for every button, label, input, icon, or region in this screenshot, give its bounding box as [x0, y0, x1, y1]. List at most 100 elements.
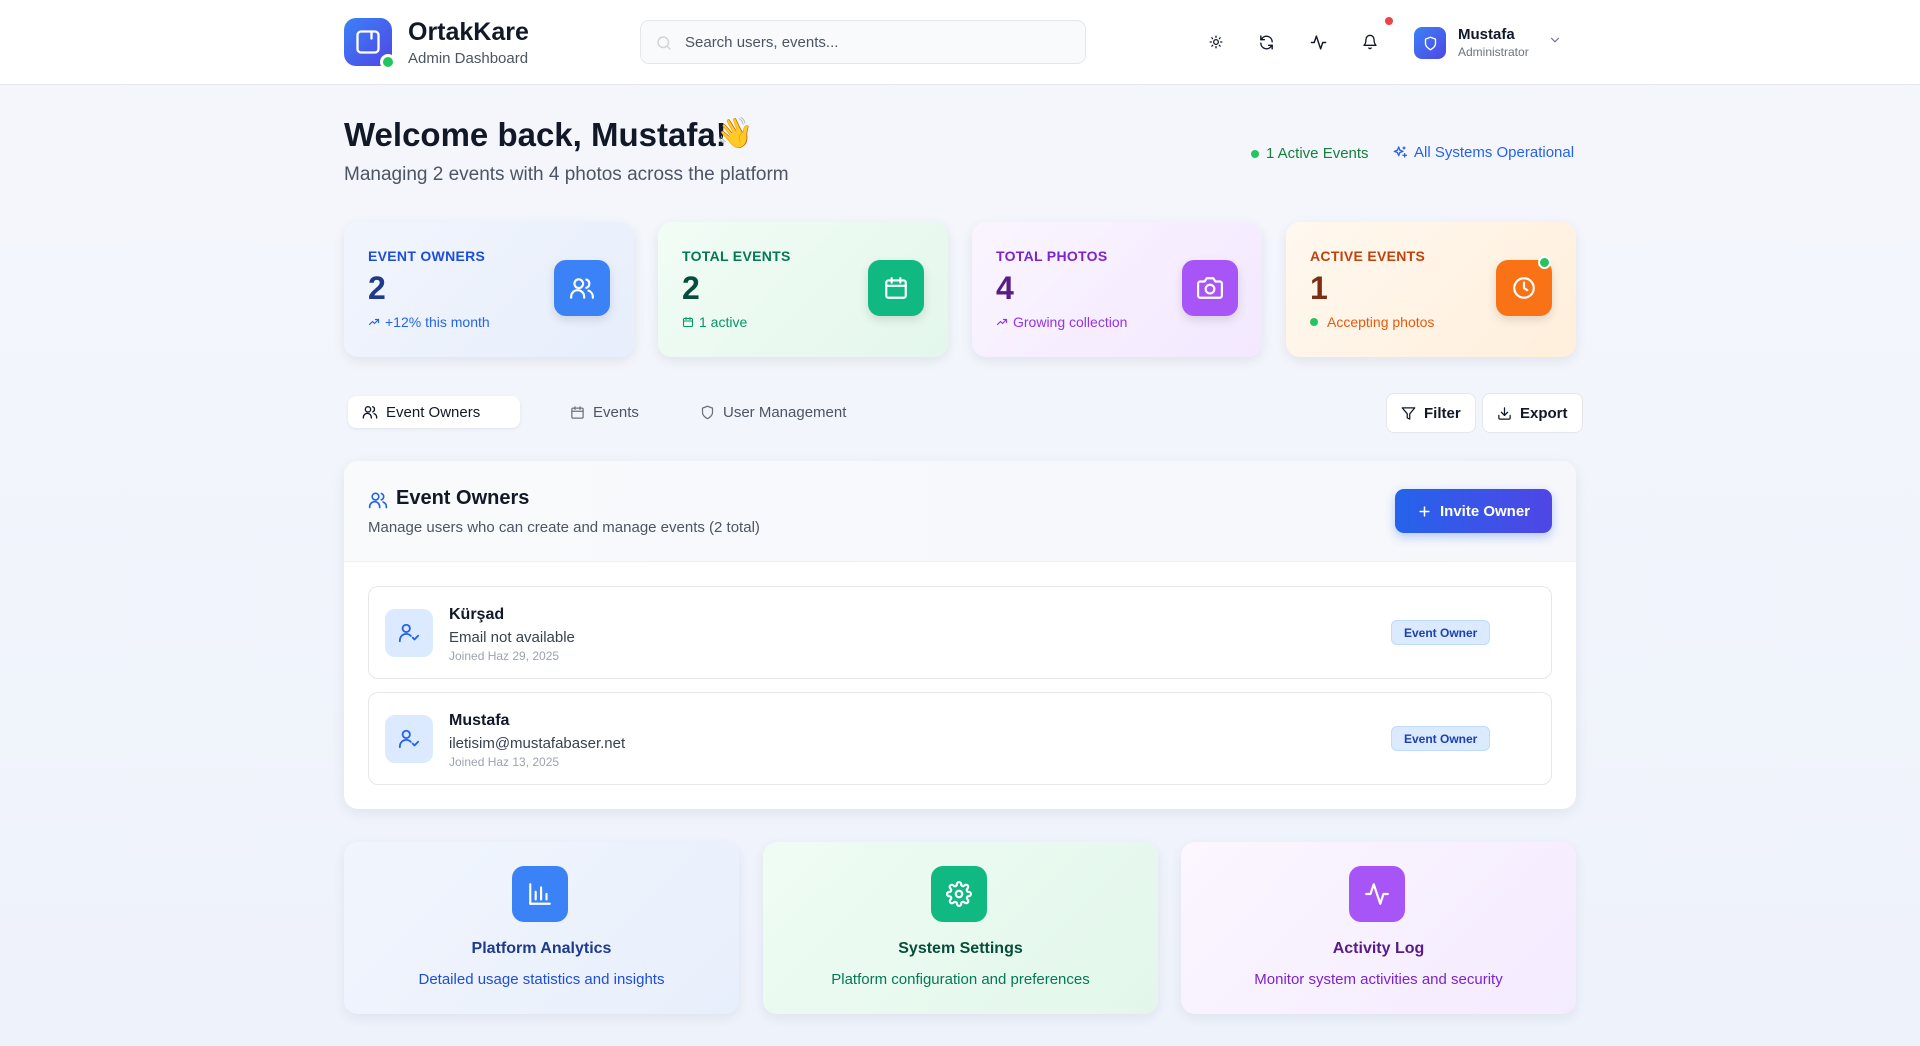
- filter-button[interactable]: Filter: [1386, 393, 1476, 433]
- online-indicator: [380, 54, 396, 70]
- stat-sub: 1 active: [682, 314, 747, 330]
- stat-label: TOTAL PHOTOS: [996, 248, 1108, 264]
- activity-button[interactable]: [1304, 28, 1332, 56]
- tab-user-management[interactable]: User Management: [686, 396, 860, 428]
- invite-owner-button[interactable]: Invite Owner: [1395, 489, 1552, 533]
- stat-sub-text: 1 active: [699, 314, 748, 330]
- users-icon: [554, 260, 610, 316]
- bell-icon: [1363, 34, 1377, 50]
- activity-log-card[interactable]: Activity Log Monitor system activities a…: [1181, 842, 1576, 1014]
- invite-owner-label: Invite Owner: [1439, 502, 1531, 520]
- theme-toggle-button[interactable]: [1202, 28, 1230, 56]
- shield-icon: [701, 405, 714, 419]
- brand-name: OrtakKare: [408, 18, 529, 46]
- notification-badge: [1385, 17, 1393, 25]
- panel-subtitle: Manage users who can create and manage e…: [368, 519, 760, 536]
- notifications-button[interactable]: [1356, 28, 1384, 56]
- filter-label: Filter: [1424, 404, 1461, 422]
- welcome-subtitle: Managing 2 events with 4 photos across t…: [344, 164, 789, 185]
- search-icon: [655, 34, 673, 52]
- activity-icon: [1310, 34, 1326, 50]
- stat-value: 4: [996, 270, 1014, 306]
- systems-status: All Systems Operational: [1392, 144, 1574, 161]
- export-label: Export: [1520, 404, 1568, 422]
- live-dot: [1310, 318, 1318, 326]
- sun-icon: [1209, 35, 1223, 49]
- stat-sub: +12% this month: [368, 314, 490, 330]
- panel-header: Event Owners Manage users who can create…: [344, 461, 1576, 562]
- stat-card-event-owners[interactable]: EVENT OWNERS 2 +12% this month: [344, 222, 634, 357]
- search-input[interactable]: [685, 21, 1075, 63]
- stat-sub-text: +12% this month: [385, 314, 490, 330]
- shield-icon: [1424, 36, 1436, 50]
- card-description: Platform configuration and preferences: [831, 971, 1090, 988]
- tab-bar: Event Owners Events User Management: [344, 392, 864, 432]
- tab-event-owners[interactable]: Event Owners: [348, 396, 520, 428]
- stat-value: 1: [1310, 270, 1328, 306]
- user-name[interactable]: Mustafa: [1458, 26, 1515, 43]
- app-logo[interactable]: [344, 18, 396, 70]
- tab-label: Event Owners: [386, 403, 481, 421]
- brand-subtitle: Admin Dashboard: [408, 50, 529, 67]
- card-title: System Settings: [898, 940, 1023, 957]
- calendar-icon: [868, 260, 924, 316]
- platform-analytics-card[interactable]: Platform Analytics Detailed usage statis…: [344, 842, 739, 1014]
- tab-label: User Management: [723, 403, 847, 421]
- users-icon: [362, 406, 378, 419]
- filter-icon: [1401, 406, 1416, 420]
- calendar-icon: [682, 316, 694, 328]
- stat-label: ACTIVE EVENTS: [1310, 248, 1426, 264]
- trending-up-icon: [996, 318, 1008, 326]
- calendar-icon: [571, 405, 584, 419]
- card-description: Detailed usage statistics and insights: [418, 971, 665, 988]
- trending-up-icon: [368, 318, 380, 326]
- export-button[interactable]: Export: [1482, 393, 1583, 433]
- search-box[interactable]: [640, 20, 1086, 64]
- user-avatar[interactable]: [1414, 27, 1446, 59]
- stat-label: EVENT OWNERS: [368, 248, 486, 264]
- role-badge: Event Owner: [1391, 726, 1491, 751]
- chevron-down-icon[interactable]: [1548, 33, 1562, 47]
- stat-card-active-events[interactable]: ACTIVE EVENTS 1 Accepting photos: [1286, 222, 1576, 357]
- owner-row[interactable]: Kürşad Email not available Joined Haz 29…: [368, 586, 1552, 679]
- user-check-icon: [385, 609, 433, 657]
- role-badge: Event Owner: [1391, 620, 1491, 645]
- waving-hand-emoji: 👋: [716, 117, 754, 150]
- system-settings-card[interactable]: System Settings Platform configuration a…: [763, 842, 1158, 1014]
- owner-email: Email not available: [449, 629, 575, 646]
- stat-card-total-photos[interactable]: TOTAL PHOTOS 4 Growing collection: [972, 222, 1262, 357]
- active-events-status: 1 Active Events: [1251, 145, 1369, 162]
- refresh-button[interactable]: [1252, 28, 1280, 56]
- user-check-icon: [385, 715, 433, 763]
- owner-name: Mustafa: [449, 712, 510, 729]
- card-description: Monitor system activities and security: [1254, 971, 1503, 988]
- card-title: Activity Log: [1332, 940, 1425, 957]
- tab-events[interactable]: Events: [556, 396, 653, 428]
- stat-value: 2: [368, 270, 386, 306]
- owner-joined-date: Joined Haz 13, 2025: [449, 755, 560, 769]
- gear-icon: [931, 866, 987, 922]
- event-owners-panel: Event Owners Manage users who can create…: [344, 461, 1576, 809]
- stat-label: TOTAL EVENTS: [682, 248, 791, 264]
- stat-card-total-events[interactable]: TOTAL EVENTS 2 1 active: [658, 222, 948, 357]
- tab-label: Events: [593, 403, 639, 421]
- download-icon: [1498, 406, 1511, 420]
- card-title: Platform Analytics: [471, 940, 612, 957]
- camera-icon: [1182, 260, 1238, 316]
- refresh-icon: [1259, 34, 1273, 50]
- owner-row[interactable]: Mustafa iletisim@mustafabaser.net Joined…: [368, 692, 1552, 785]
- bar-chart-icon: [512, 866, 568, 922]
- owner-name: Kürşad: [449, 606, 505, 623]
- owner-joined-date: Joined Haz 29, 2025: [449, 649, 560, 663]
- clock-icon: [1496, 256, 1552, 316]
- user-role: Administrator: [1458, 45, 1529, 59]
- stat-sub-text: Growing collection: [1013, 314, 1128, 330]
- panel-title: Event Owners: [396, 487, 530, 509]
- camera-frame-icon: [356, 30, 380, 54]
- users-icon: [368, 492, 388, 509]
- sparkles-icon: [1393, 145, 1407, 158]
- systems-status-label: All Systems Operational: [1414, 144, 1575, 161]
- welcome-title: Welcome back, Mustafa!: [344, 116, 727, 153]
- active-indicator: [1538, 256, 1551, 269]
- owner-email: iletisim@mustafabaser.net: [449, 735, 626, 752]
